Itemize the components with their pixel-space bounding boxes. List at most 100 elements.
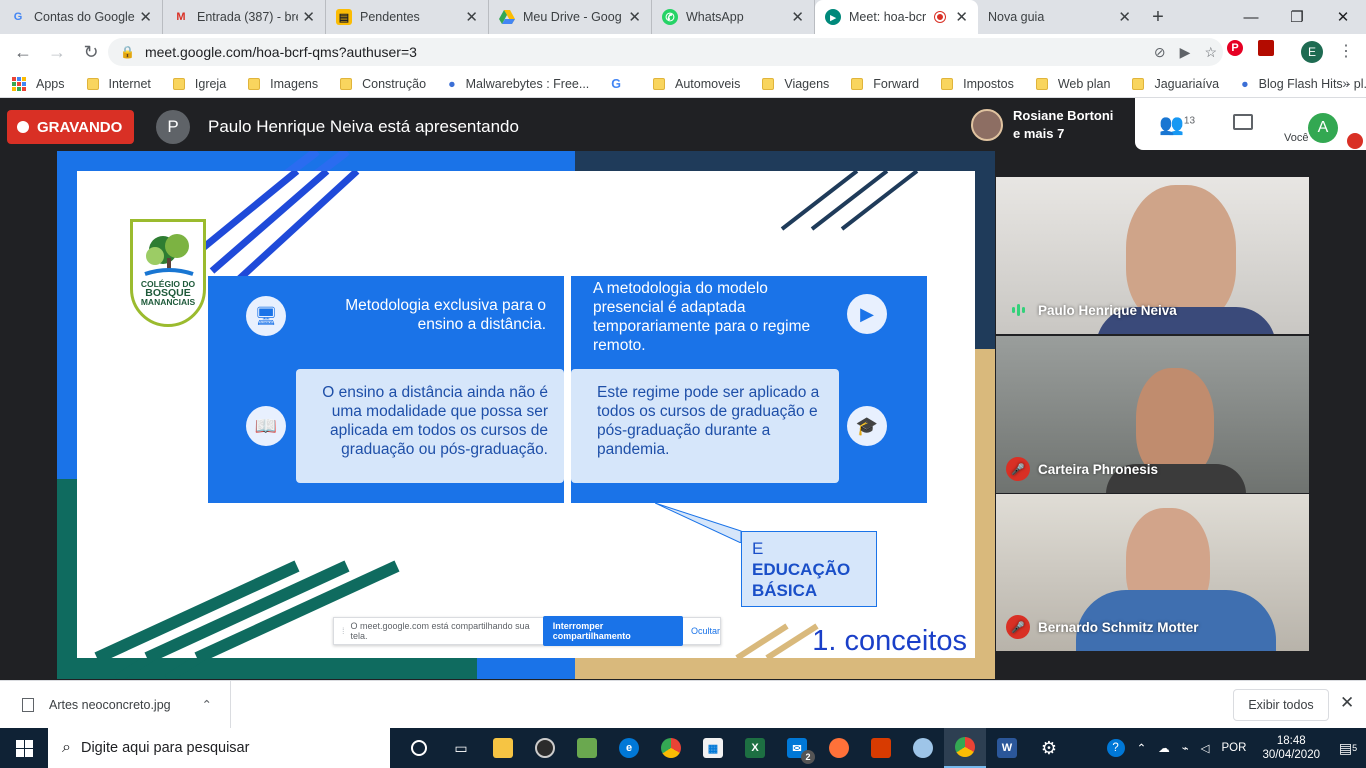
drag-handle-icon[interactable]: ⁞	[342, 626, 345, 636]
bookmark-star-icon[interactable]: ☆	[1204, 44, 1217, 61]
close-tab-icon[interactable]: ✕	[791, 8, 804, 26]
restore-icon[interactable]: ❐	[1274, 0, 1320, 34]
tab-nova-guia[interactable]: Nova guia ✕	[978, 0, 1141, 34]
minecraft-icon[interactable]	[566, 728, 608, 768]
folder-icon	[172, 77, 185, 90]
file-explorer-icon[interactable]	[482, 728, 524, 768]
bookmark-item[interactable]: G	[611, 77, 631, 91]
chevron-up-icon[interactable]: ⌃	[202, 697, 212, 712]
edge-icon[interactable]: e	[608, 728, 650, 768]
webcam-app-icon[interactable]	[524, 728, 566, 768]
close-tab-icon[interactable]: ✕	[1118, 8, 1131, 26]
bookmark-item[interactable]: Internet	[86, 77, 151, 91]
onedrive-icon[interactable]: ☁	[1158, 741, 1170, 755]
close-tab-icon[interactable]: ✕	[628, 8, 641, 26]
bookmark-item[interactable]: Forward	[851, 77, 919, 91]
start-button[interactable]	[0, 728, 48, 768]
school-logo: COLÉGIO DO BOSQUE MANANCIAIS	[130, 219, 206, 327]
bookmark-item[interactable]: ● Malwarebytes : Free...	[448, 77, 589, 91]
close-tab-icon[interactable]: ✕	[302, 8, 315, 26]
chrome-profile-icon[interactable]	[944, 728, 986, 768]
bookmark-label: Apps	[36, 76, 65, 91]
participants-summary[interactable]: Rosiane Bortoni e mais 7	[963, 102, 1135, 148]
cortana-icon[interactable]	[398, 728, 440, 768]
close-window-icon[interactable]: ✕	[1320, 0, 1366, 34]
profile-avatar[interactable]: E	[1301, 41, 1323, 63]
notification-center-icon[interactable]: ▤ 5	[1330, 728, 1366, 768]
bookmark-item[interactable]: Construção	[340, 77, 426, 91]
office-icon[interactable]	[860, 728, 902, 768]
forward-icon[interactable]: →	[42, 37, 72, 67]
bookmark-item[interactable]: Automoveis	[653, 77, 740, 91]
store-icon[interactable]: ▦	[692, 728, 734, 768]
self-avatar[interactable]: A	[1308, 113, 1338, 143]
new-tab-button[interactable]: +	[1141, 0, 1175, 34]
language-indicator[interactable]: POR	[1222, 742, 1247, 754]
menu-kebab-icon[interactable]: ⋮	[1338, 41, 1354, 61]
bookmark-item[interactable]: Jaguariaíva	[1132, 77, 1219, 91]
folder-icon	[653, 77, 666, 90]
chrome-icon[interactable]	[650, 728, 692, 768]
acrobat-icon[interactable]	[1258, 40, 1274, 56]
firefox-icon[interactable]	[818, 728, 860, 768]
excel-icon[interactable]: X	[734, 728, 776, 768]
video-tile-paulo[interactable]: Paulo Henrique Neiva	[996, 177, 1309, 334]
bookmark-item[interactable]: Apps	[12, 76, 65, 91]
people-button[interactable]: 👥13	[1159, 112, 1195, 137]
tab-meet[interactable]: ▸ Meet: hoa-bcr ✕	[815, 0, 978, 34]
bookmarks-overflow-icon[interactable]: »	[1342, 75, 1350, 91]
right-panel-heading: A metodologia do modelo presencial é ada…	[593, 280, 811, 354]
tile-label: 🎤 Carteira Phronesis	[1006, 457, 1158, 481]
tab-title: Entrada (387) - bre	[197, 10, 299, 24]
mail-icon[interactable]: ✉ 2	[776, 728, 818, 768]
taskbar-search-input[interactable]: ⌕ Digite aqui para pesquisar	[48, 728, 390, 768]
tab-pendentes[interactable]: ▤ Pendentes ✕	[326, 0, 489, 34]
bookmark-item[interactable]: Impostos	[941, 77, 1014, 91]
video-icon: ▶	[847, 294, 887, 334]
bookmark-item[interactable]: Imagens	[248, 77, 318, 91]
word-icon[interactable]: W	[986, 728, 1028, 768]
tab-drive[interactable]: Meu Drive - Goog ✕	[489, 0, 652, 34]
presenter-avatar: P	[156, 110, 190, 144]
hide-notice-button[interactable]: Ocultar	[691, 626, 720, 636]
taskbar-apps: ▭ e ▦ X ✉ 2 W ⚙	[398, 728, 1070, 768]
pinterest-icon[interactable]: P	[1227, 40, 1243, 56]
reload-icon[interactable]: ↻	[76, 37, 106, 67]
minimize-icon[interactable]: —	[1228, 0, 1274, 34]
settings-gear-icon[interactable]: ⚙	[1028, 728, 1070, 768]
download-item[interactable]: Artes neoconcreto.jpg ⌃	[0, 680, 231, 729]
blocked-icon[interactable]: ⊘	[1154, 44, 1166, 61]
volume-icon[interactable]: ◁	[1201, 741, 1210, 755]
bookmark-item[interactable]: Web plan	[1035, 77, 1110, 91]
video-tile-carteira[interactable]: 🎤 Carteira Phronesis	[996, 336, 1309, 493]
tab-gmail[interactable]: M Entrada (387) - bre ✕	[163, 0, 326, 34]
bookmark-item[interactable]: Viagens	[762, 77, 829, 91]
bookmark-label: Viagens	[784, 76, 830, 91]
bookmark-item[interactable]: Igreja	[172, 77, 226, 91]
callout-box: E EDUCAÇÃO BÁSICA	[741, 531, 877, 607]
site-icon: ●	[448, 76, 456, 91]
close-tab-icon[interactable]: ✕	[465, 8, 478, 26]
profile-initial: E	[1301, 41, 1323, 63]
address-bar: ← → ↻ 🔒 meet.google.com/hoa-bcrf-qms?aut…	[0, 34, 1366, 70]
chat-icon[interactable]	[1233, 114, 1253, 130]
camera-icon[interactable]: ▶	[1180, 44, 1191, 61]
task-view-icon[interactable]: ▭	[440, 728, 482, 768]
clock[interactable]: 18:48 30/04/2020	[1262, 734, 1320, 762]
show-all-button[interactable]: Exibir todos	[1233, 689, 1329, 721]
url-input[interactable]: 🔒 meet.google.com/hoa-bcrf-qms?authuser=…	[108, 38, 1223, 66]
close-tab-icon[interactable]: ✕	[139, 8, 152, 26]
close-tab-icon[interactable]: ✕	[955, 8, 968, 26]
chevron-up-icon[interactable]: ⌃	[1137, 741, 1147, 755]
back-icon[interactable]: ←	[8, 37, 38, 67]
stop-sharing-button[interactable]: Interromper compartilhamento	[542, 616, 683, 646]
video-tile-bernardo[interactable]: 🎤 Bernardo Schmitz Motter	[996, 494, 1309, 651]
folder-icon	[248, 77, 261, 90]
close-downloads-icon[interactable]: ✕	[1340, 693, 1354, 713]
tab-contas-google[interactable]: G Contas do Google ✕	[0, 0, 163, 34]
tab-whatsapp[interactable]: ✆ WhatsApp ✕	[652, 0, 815, 34]
help-icon[interactable]: ?	[1106, 739, 1125, 757]
paint-icon[interactable]	[902, 728, 944, 768]
network-icon[interactable]: ⌁	[1182, 741, 1189, 755]
meet-controls: 👥13 Você A	[1135, 98, 1366, 150]
